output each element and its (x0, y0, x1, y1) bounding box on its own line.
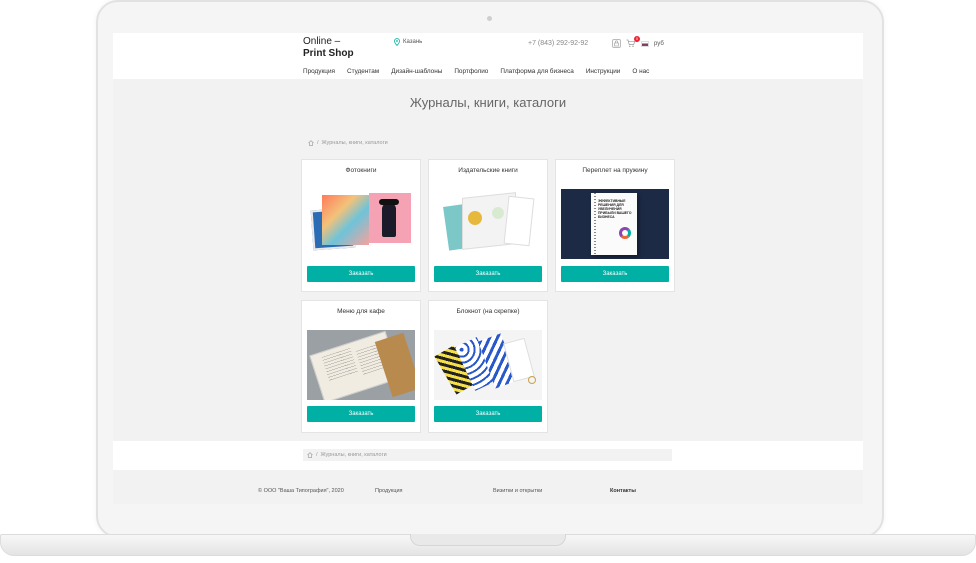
footer-contacts-heading: Контакты (610, 488, 636, 494)
logo-line-2: Print Shop (303, 48, 354, 59)
site-logo[interactable]: Online – Print Shop (303, 36, 354, 60)
site-footer: © ООО "Ваша Типография", 2020 Продукция … (113, 470, 863, 504)
logo-line-1: Online – (303, 36, 341, 47)
notepad-image (434, 330, 542, 400)
notebook-cover-text: ЭФФЕКТИВНЫЕ РЕШЕНИЯ ДЛЯ УВЕЛИЧЕНИЯ ПРИБЫ… (598, 199, 632, 219)
card-title: Меню для кафе (337, 308, 385, 315)
phone-link[interactable]: +7 (843) 292-92-92 (528, 40, 588, 47)
breadcrumb-separator: / (316, 452, 318, 458)
order-button[interactable]: Заказать (307, 266, 415, 282)
publishing-book-image (434, 189, 542, 259)
product-card-cafe-menu[interactable]: Меню для кафе Заказать (301, 300, 421, 433)
order-button[interactable]: Заказать (561, 266, 669, 282)
currency-label[interactable]: руб (654, 41, 664, 47)
browser-screen: Online – Print Shop Казань +7 (843) 292-… (113, 33, 863, 504)
breadcrumb-current: Журналы, книги, каталоги (320, 452, 387, 458)
order-button[interactable]: Заказать (434, 406, 542, 422)
nav-item-business-platform[interactable]: Платформа для бизнеса (500, 68, 573, 75)
laptop-camera (487, 16, 492, 21)
account-button[interactable] (612, 39, 621, 48)
nav-item-about[interactable]: О нас (632, 68, 649, 75)
city-label: Казань (403, 39, 423, 45)
breadcrumb-separator: / (317, 140, 319, 146)
product-card-photobooks[interactable]: Фотокниги Заказать (301, 159, 421, 292)
card-title: Издательские книги (458, 167, 518, 174)
header-actions: 0 руб (612, 36, 664, 48)
photobook-image (307, 189, 415, 259)
nav-item-portfolio[interactable]: Портфолио (454, 68, 488, 75)
nav-item-products[interactable]: Продукция (303, 68, 335, 75)
home-icon[interactable] (308, 140, 314, 146)
breadcrumb-current: Журналы, книги, каталоги (321, 140, 388, 146)
location-pin-icon (394, 38, 400, 46)
product-card-spiral-binding[interactable]: Переплет на пружину ЭФФЕКТИВНЫЕ РЕШЕНИЯ … (555, 159, 675, 292)
site-header: Online – Print Shop Казань +7 (843) 292-… (113, 33, 863, 79)
order-button[interactable]: Заказать (434, 266, 542, 282)
page-title: Журналы, книги, каталоги (409, 95, 567, 110)
cafe-menu-image (307, 330, 415, 400)
city-selector[interactable]: Казань (394, 38, 422, 46)
nav-item-instructions[interactable]: Инструкции (586, 68, 621, 75)
footer-link-products[interactable]: Продукция (375, 488, 403, 494)
cart-count-badge: 0 (634, 36, 640, 42)
footer-link-business-cards[interactable]: Визитки и открытки (493, 488, 542, 494)
card-title: Блокнот (на скрепке) (456, 308, 520, 315)
card-title: Переплет на пружину (582, 167, 648, 174)
footer-copyright: © ООО "Ваша Типография", 2020 (258, 488, 344, 494)
breadcrumb: / Журналы, книги, каталоги (308, 140, 388, 146)
laptop-notch (410, 534, 566, 546)
cart-button[interactable]: 0 (626, 36, 640, 48)
card-title: Фотокниги (345, 167, 377, 174)
bottom-breadcrumb: / Журналы, книги, каталоги (303, 449, 672, 461)
lock-icon (614, 40, 619, 47)
product-card-publishing-books[interactable]: Издательские книги Заказать (428, 159, 548, 292)
main-nav: Продукция Студентам Дизайн-шаблоны Портф… (303, 68, 661, 75)
product-card-notepad[interactable]: Блокнот (на скрепке) Заказать (428, 300, 548, 433)
nav-item-students[interactable]: Студентам (347, 68, 379, 75)
russia-flag-icon[interactable] (641, 40, 649, 47)
spiral-notebook-image: ЭФФЕКТИВНЫЕ РЕШЕНИЯ ДЛЯ УВЕЛИЧЕНИЯ ПРИБЫ… (561, 189, 669, 259)
order-button[interactable]: Заказать (307, 406, 415, 422)
nav-item-design-templates[interactable]: Дизайн-шаблоны (391, 68, 442, 75)
home-icon[interactable] (307, 452, 313, 458)
